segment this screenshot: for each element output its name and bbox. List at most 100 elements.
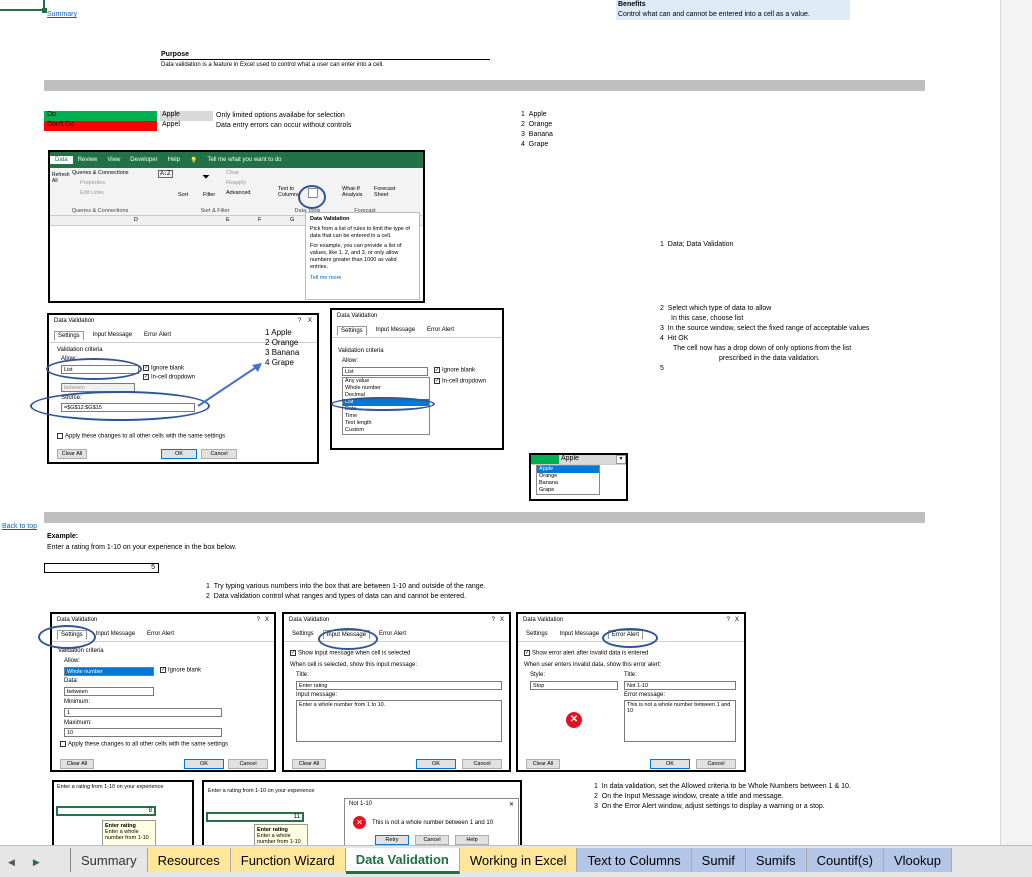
- option-custom[interactable]: Custom: [343, 427, 429, 434]
- show-input-checkbox[interactable]: Show input message when cell is selected: [298, 651, 410, 657]
- tell-me-search[interactable]: Tell me what you want to do: [202, 156, 286, 164]
- tab-error-alert[interactable]: Error Alert: [141, 331, 174, 340]
- tab-error-alert[interactable]: Error Alert: [144, 630, 177, 639]
- close-icon[interactable]: ✕: [509, 801, 514, 808]
- input-title-field[interactable]: Enter rating: [296, 681, 502, 690]
- do-value-cell[interactable]: Apple: [160, 111, 213, 121]
- sheet-tab-text-to-columns[interactable]: Text to Columns: [577, 848, 692, 872]
- minimum-input[interactable]: 1: [64, 708, 222, 717]
- show-error-checkbox[interactable]: Show error alert after invalid data is e…: [532, 651, 648, 657]
- forecast-sheet-button[interactable]: Forecast Sheet: [374, 186, 398, 198]
- ok-button[interactable]: OK: [650, 759, 690, 769]
- ok-button[interactable]: OK: [416, 759, 456, 769]
- style-select[interactable]: Stop: [530, 681, 618, 690]
- option-text-length[interactable]: Text length: [343, 420, 429, 427]
- cancel-button[interactable]: Cancel: [201, 449, 237, 459]
- cancel-button[interactable]: Cancel: [462, 759, 502, 769]
- input-message-field[interactable]: Enter a whole number from 1 to 10.: [296, 700, 502, 742]
- clear-all-button[interactable]: Clear All: [57, 449, 87, 459]
- in-cell-dropdown-checkbox[interactable]: In-cell dropdown: [151, 375, 195, 381]
- column-header-g[interactable]: G: [290, 217, 294, 223]
- close-icon[interactable]: X: [308, 318, 312, 324]
- filter-button[interactable]: Filter: [203, 192, 215, 198]
- advanced-button[interactable]: Advanced: [226, 190, 250, 196]
- retry-button[interactable]: Retry: [375, 835, 409, 845]
- tab-error-alert[interactable]: Error Alert: [424, 326, 457, 335]
- preview-cell-invalid[interactable]: 11: [206, 812, 304, 822]
- cancel-button[interactable]: Cancel: [228, 759, 268, 769]
- dont-value-cell[interactable]: Appel: [160, 121, 180, 128]
- scroll-left-icon[interactable]: ◀: [8, 857, 15, 868]
- tab-input-message[interactable]: Input Message: [373, 326, 418, 335]
- column-header-f[interactable]: F: [258, 217, 261, 223]
- refresh-all-button[interactable]: Refresh All: [52, 172, 70, 184]
- ok-button[interactable]: OK: [161, 449, 197, 459]
- sheet-tab-function-wizard[interactable]: Function Wizard: [230, 848, 346, 872]
- scroll-right-icon[interactable]: ▶: [33, 857, 40, 868]
- error-message-field[interactable]: This is not a whole number between 1 and…: [624, 700, 736, 742]
- clear-all-button[interactable]: Clear All: [526, 759, 560, 769]
- sort-button[interactable]: Sort: [178, 192, 188, 198]
- dropdown-option-grape[interactable]: Grape: [537, 487, 599, 494]
- close-icon[interactable]: X: [735, 617, 739, 623]
- ignore-blank-checkbox[interactable]: Ignore blank: [151, 366, 184, 372]
- sheet-tab-sumif[interactable]: Sumif: [691, 848, 746, 872]
- ribbon-tab-help[interactable]: Help: [163, 156, 185, 164]
- option-whole-number[interactable]: Whole number: [343, 385, 429, 392]
- tab-error-alert[interactable]: Error Alert: [376, 630, 409, 639]
- properties-button[interactable]: Properties: [80, 180, 105, 186]
- rating-input-cell[interactable]: 5: [44, 563, 159, 573]
- chevron-down-icon[interactable]: ▼: [616, 455, 626, 464]
- sheet-tab-countifs[interactable]: Countif(s): [806, 848, 884, 872]
- sort-az-icon[interactable]: A↓Z: [158, 170, 173, 178]
- data-select[interactable]: between: [64, 687, 154, 696]
- apply-all-checkbox[interactable]: Apply these changes to all other cells w…: [65, 434, 225, 440]
- reapply-button[interactable]: Reapply: [226, 180, 246, 186]
- dropdown-option-banana[interactable]: Banana: [537, 480, 599, 487]
- tab-input-message[interactable]: Input Message: [93, 630, 138, 639]
- sheet-tab-summary[interactable]: Summary: [70, 848, 148, 872]
- ribbon-tab-data[interactable]: Data: [50, 156, 73, 164]
- back-to-top-link[interactable]: Back to top: [2, 523, 37, 530]
- sheet-tab-working-in-excel[interactable]: Working in Excel: [459, 848, 578, 872]
- cancel-button[interactable]: Cancel: [696, 759, 736, 769]
- worksheet[interactable]: Summary Benefits Control what can and ca…: [0, 0, 1000, 845]
- clear-button[interactable]: Clear: [226, 170, 239, 176]
- summary-link[interactable]: Summary: [47, 11, 77, 18]
- edit-links-button[interactable]: Edit Links: [80, 190, 104, 196]
- ribbon-tab-developer[interactable]: Developer: [125, 156, 162, 164]
- dropdown-option-apple[interactable]: Apple: [537, 466, 599, 473]
- tab-settings[interactable]: Settings: [337, 326, 367, 335]
- ok-button[interactable]: OK: [184, 759, 224, 769]
- tab-input-message[interactable]: Input Message: [90, 331, 135, 340]
- close-icon[interactable]: X: [265, 617, 269, 623]
- ribbon-tab-review[interactable]: Review: [73, 156, 103, 164]
- tab-input-message[interactable]: Input Message: [557, 630, 602, 639]
- cancel-button[interactable]: Cancel: [415, 835, 449, 845]
- ribbon-tab-view[interactable]: View: [102, 156, 125, 164]
- allow-select[interactable]: List: [342, 367, 428, 376]
- clear-all-button[interactable]: Clear All: [60, 759, 94, 769]
- tab-settings[interactable]: Settings: [54, 331, 84, 340]
- sheet-tab-sumifs[interactable]: Sumifs: [745, 848, 807, 872]
- tab-settings[interactable]: Settings: [523, 630, 551, 639]
- tab-settings[interactable]: Settings: [289, 630, 317, 639]
- dropdown-value[interactable]: Apple: [559, 455, 616, 464]
- queries-connections-button[interactable]: Queries & Connections: [72, 170, 129, 176]
- dropdown-option-orange[interactable]: Orange: [537, 473, 599, 480]
- what-if-analysis-button[interactable]: What-If Analysis: [342, 186, 368, 198]
- column-header-e[interactable]: E: [226, 217, 230, 223]
- option-any-value[interactable]: Any value: [343, 378, 429, 385]
- sheet-tab-resources[interactable]: Resources: [147, 848, 231, 872]
- error-title-field[interactable]: Not 1-10: [624, 681, 736, 690]
- vertical-scrollbar[interactable]: [1000, 0, 1032, 845]
- preview-cell-valid[interactable]: 8: [56, 806, 156, 816]
- sheet-tab-data-validation[interactable]: Data Validation: [345, 848, 460, 874]
- maximum-input[interactable]: 10: [64, 728, 222, 737]
- option-time[interactable]: Time: [343, 413, 429, 420]
- close-icon[interactable]: X: [500, 617, 504, 623]
- allow-select[interactable]: Whole number: [64, 667, 154, 676]
- tell-me-more-link[interactable]: Tell me more: [310, 275, 415, 282]
- sheet-tab-vlookup[interactable]: Vlookup: [884, 848, 952, 872]
- column-header-d[interactable]: D: [134, 217, 138, 223]
